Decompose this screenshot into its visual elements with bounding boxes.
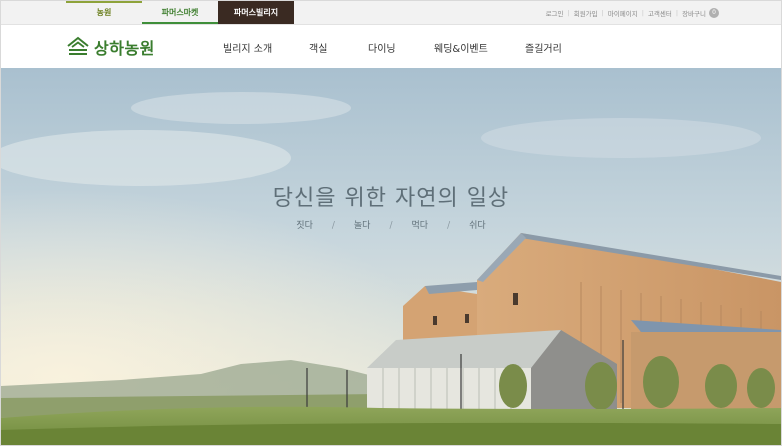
main-nav: 빌리지 소개 객실 다이닝 웨딩&이벤트 즐길거리 bbox=[1, 25, 781, 68]
top-utility-bar: 농원 파머스마켓 파머스빌리지 로그인 | 회원가입 | 마이페이지 | 고객센… bbox=[1, 1, 781, 25]
hero-landscape-image bbox=[1, 68, 781, 445]
nav-rooms[interactable]: 객실 bbox=[309, 40, 327, 55]
cart-link[interactable]: 장바구니 bbox=[682, 8, 706, 18]
tab-farmers-village[interactable]: 파머스빌리지 bbox=[218, 1, 294, 24]
tag-eat: 먹다 bbox=[411, 221, 429, 231]
nav-dining[interactable]: 다이닝 bbox=[368, 40, 396, 55]
hero-tagline: 짓다 / 놀다 / 먹다 / 쉬다 bbox=[1, 218, 781, 231]
divider: | bbox=[675, 8, 679, 17]
tag-separator: / bbox=[331, 221, 335, 231]
hero-banner: 당신을 위한 자연의 일상 짓다 / 놀다 / 먹다 / 쉬다 bbox=[1, 68, 781, 445]
main-header: 상하농원 빌리지 소개 객실 다이닝 웨딩&이벤트 즐길거리 bbox=[1, 25, 781, 68]
page-frame: 농원 파머스마켓 파머스빌리지 로그인 | 회원가입 | 마이페이지 | 고객센… bbox=[0, 0, 782, 446]
tab-farm[interactable]: 농원 bbox=[66, 1, 142, 24]
signup-link[interactable]: 회원가입 bbox=[574, 8, 598, 18]
divider: | bbox=[567, 8, 570, 17]
tag-play: 놀다 bbox=[353, 221, 371, 231]
login-link[interactable]: 로그인 bbox=[546, 8, 564, 18]
nav-wedding-events[interactable]: 웨딩&이벤트 bbox=[434, 40, 488, 55]
customer-center-link[interactable]: 고객센터 bbox=[648, 8, 672, 18]
hero-headline: 당신을 위한 자연의 일상 bbox=[272, 186, 510, 211]
nav-activities[interactable]: 즐길거리 bbox=[525, 40, 562, 55]
site-tabs: 농원 파머스마켓 파머스빌리지 bbox=[66, 1, 294, 24]
tab-farmers-market[interactable]: 파머스마켓 bbox=[142, 1, 218, 24]
nav-village-intro[interactable]: 빌리지 소개 bbox=[223, 40, 272, 55]
cart-count-badge: 0 bbox=[709, 7, 719, 18]
tag-make: 짓다 bbox=[296, 221, 313, 231]
divider: | bbox=[641, 8, 644, 17]
tag-separator: / bbox=[389, 221, 393, 231]
mypage-link[interactable]: 마이페이지 bbox=[608, 8, 638, 18]
utility-links: 로그인 | 회원가입 | 마이페이지 | 고객센터 | 장바구니 0 bbox=[546, 1, 719, 24]
tag-separator: / bbox=[447, 221, 451, 231]
tag-rest: 쉬다 bbox=[469, 221, 486, 231]
divider: | bbox=[601, 8, 604, 17]
